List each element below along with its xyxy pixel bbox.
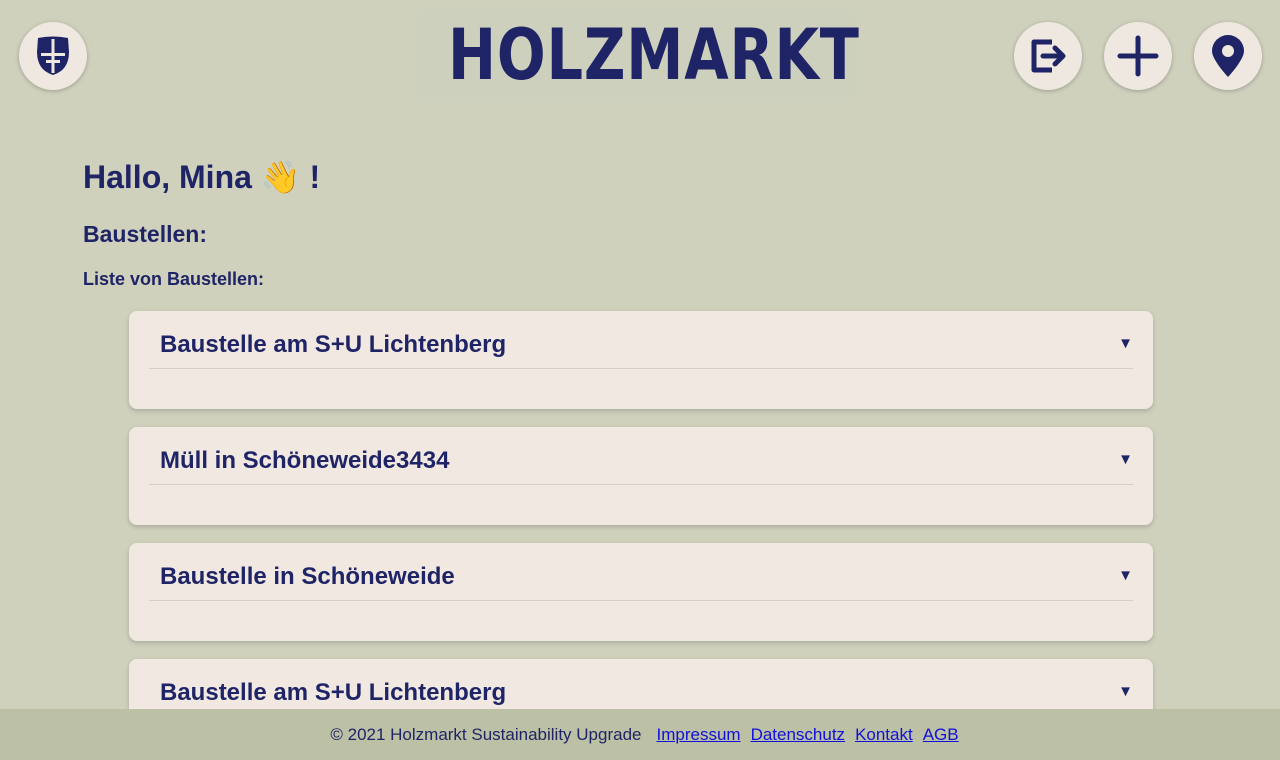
construction-site-card[interactable]: Baustelle in Schöneweide ▼ [129,543,1153,641]
holzmarkt-logo[interactable]: HOLZMARKT [416,8,859,102]
construction-site-card[interactable]: Baustelle am S+U Lichtenberg ▼ [129,311,1153,409]
holzmarkt-mask-icon [37,36,69,75]
kontakt-link[interactable]: Kontakt [855,725,913,745]
greeting-heading: Hallo, Mina 👋 ! [83,159,321,195]
card-title: Baustelle in Schöneweide [160,563,455,590]
construction-site-list: Baustelle am S+U Lichtenberg ▼ Müll in S… [129,311,1153,760]
card-title: Müll in Schöneweide3434 [160,447,450,474]
card-divider [149,600,1133,601]
datenschutz-link[interactable]: Datenschutz [751,725,846,745]
agb-link[interactable]: AGB [923,725,959,745]
map-button[interactable] [1194,22,1262,90]
location-pin-icon [1212,35,1244,77]
expand-arrow-icon[interactable]: ▼ [1118,567,1133,584]
list-title: Liste von Baustellen: [83,269,265,289]
card-divider [149,368,1133,369]
card-divider [149,484,1133,485]
expand-arrow-icon[interactable]: ▼ [1118,683,1133,700]
logout-button[interactable] [1014,22,1082,90]
section-title: Baustellen: [83,221,207,247]
page: HOLZMARKT Hallo, Mina 👋 ! Baustellen: Li… [0,0,1280,760]
card-title: Baustelle am S+U Lichtenberg [160,679,507,706]
copyright-text: © 2021 Holzmarkt Sustainability Upgrade [330,724,642,744]
add-button[interactable] [1104,22,1172,90]
home-button[interactable] [19,22,87,90]
footer: © 2021 Holzmarkt Sustainability Upgrade … [0,709,1280,760]
expand-arrow-icon[interactable]: ▼ [1118,335,1133,352]
card-title: Baustelle am S+U Lichtenberg [160,331,507,358]
logout-icon [1031,39,1066,73]
plus-icon [1117,35,1159,77]
expand-arrow-icon[interactable]: ▼ [1118,451,1133,468]
logo-wordmark: HOLZMARKT [448,14,860,96]
construction-site-card[interactable]: Müll in Schöneweide3434 ▼ [129,427,1153,525]
impressum-link[interactable]: Impressum [656,725,740,745]
